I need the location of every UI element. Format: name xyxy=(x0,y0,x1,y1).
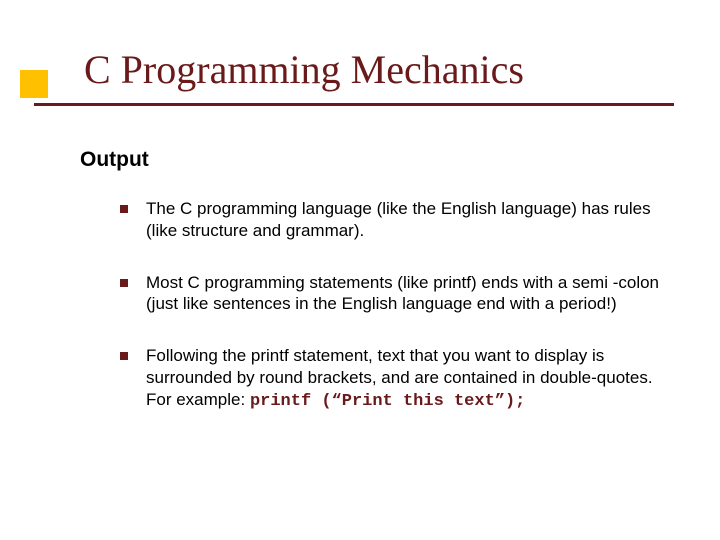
list-item-text: Most C programming statements (like prin… xyxy=(146,272,680,316)
list-item: Following the printf statement, text tha… xyxy=(120,345,680,412)
list-item-text: Following the printf statement, text tha… xyxy=(146,345,680,412)
list-item: The C programming language (like the Eng… xyxy=(120,198,680,242)
accent-square xyxy=(20,70,48,98)
square-bullet-icon xyxy=(120,352,128,360)
square-bullet-icon xyxy=(120,205,128,213)
bullet-list: The C programming language (like the Eng… xyxy=(120,198,680,442)
code-sample: printf (“Print this text”); xyxy=(250,392,525,411)
list-item-text: The C programming language (like the Eng… xyxy=(146,198,680,242)
list-item: Most C programming statements (like prin… xyxy=(120,272,680,316)
section-heading: Output xyxy=(80,148,149,172)
square-bullet-icon xyxy=(120,279,128,287)
slide-title: C Programming Mechanics xyxy=(84,46,524,93)
horizontal-rule xyxy=(34,103,674,106)
slide: C Programming Mechanics Output The C pro… xyxy=(0,0,720,540)
